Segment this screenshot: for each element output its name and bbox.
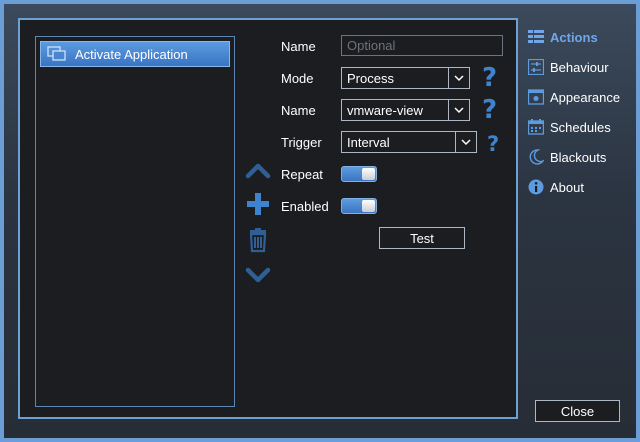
mode-label: Mode bbox=[281, 71, 314, 86]
move-up-button[interactable] bbox=[245, 157, 271, 183]
repeat-toggle[interactable] bbox=[341, 166, 377, 182]
toggle-knob bbox=[362, 168, 375, 180]
move-down-button[interactable] bbox=[245, 262, 271, 288]
delete-action-button[interactable] bbox=[245, 227, 271, 253]
list-item[interactable]: Activate Application bbox=[40, 41, 230, 67]
chevron-down-icon bbox=[455, 132, 476, 152]
enabled-label: Enabled bbox=[281, 199, 329, 214]
plus-icon bbox=[247, 193, 269, 215]
monitor-icon bbox=[528, 89, 544, 105]
chevron-down-icon bbox=[448, 100, 469, 120]
process-name-select[interactable]: vmware-view bbox=[341, 99, 470, 121]
enabled-toggle[interactable] bbox=[341, 198, 377, 214]
list-icon bbox=[528, 29, 544, 45]
nav-label: About bbox=[550, 179, 584, 195]
sliders-icon bbox=[528, 59, 544, 75]
toggle-knob bbox=[362, 200, 375, 212]
name-label: Name bbox=[281, 39, 316, 54]
nav-item-about[interactable]: About bbox=[528, 179, 584, 195]
info-icon bbox=[528, 179, 544, 195]
nav-item-behaviour[interactable]: Behaviour bbox=[528, 59, 609, 75]
repeat-label: Repeat bbox=[281, 167, 323, 182]
trash-icon bbox=[249, 228, 267, 253]
nav-label: Blackouts bbox=[550, 149, 607, 165]
chevron-up-icon bbox=[245, 163, 271, 179]
nav-label: Actions bbox=[550, 29, 598, 45]
application-windows-icon bbox=[47, 46, 66, 61]
nav-item-appearance[interactable]: Appearance bbox=[528, 89, 620, 105]
nav-item-actions[interactable]: Actions bbox=[528, 29, 598, 45]
process-name-value: vmware-view bbox=[347, 102, 423, 118]
list-item-label: Activate Application bbox=[75, 46, 188, 62]
name-input[interactable] bbox=[341, 35, 503, 56]
nav-item-blackouts[interactable]: Blackouts bbox=[528, 149, 606, 165]
chevron-down-icon bbox=[448, 68, 469, 88]
nav-label: Appearance bbox=[550, 89, 621, 105]
trigger-help-icon[interactable]: ? bbox=[487, 131, 499, 157]
test-button[interactable]: Test bbox=[379, 227, 465, 249]
trigger-label: Trigger bbox=[281, 135, 322, 150]
action-list[interactable]: Activate Application bbox=[35, 36, 235, 407]
moon-icon bbox=[528, 149, 544, 165]
chevron-down-icon bbox=[245, 267, 271, 283]
nav-item-schedules[interactable]: Schedules bbox=[528, 119, 611, 135]
add-action-button[interactable] bbox=[245, 191, 271, 217]
trigger-select[interactable]: Interval bbox=[341, 131, 477, 153]
process-help-icon[interactable]: ? bbox=[482, 97, 497, 123]
trigger-value: Interval bbox=[347, 134, 390, 150]
mode-help-icon[interactable]: ? bbox=[482, 65, 497, 91]
nav-label: Behaviour bbox=[550, 59, 609, 75]
nav-label: Schedules bbox=[550, 119, 611, 135]
calendar-icon bbox=[528, 119, 544, 135]
close-button[interactable]: Close bbox=[535, 400, 620, 422]
process-name-label: Name bbox=[281, 103, 316, 118]
mode-select-value: Process bbox=[347, 70, 394, 86]
mode-select[interactable]: Process bbox=[341, 67, 470, 89]
